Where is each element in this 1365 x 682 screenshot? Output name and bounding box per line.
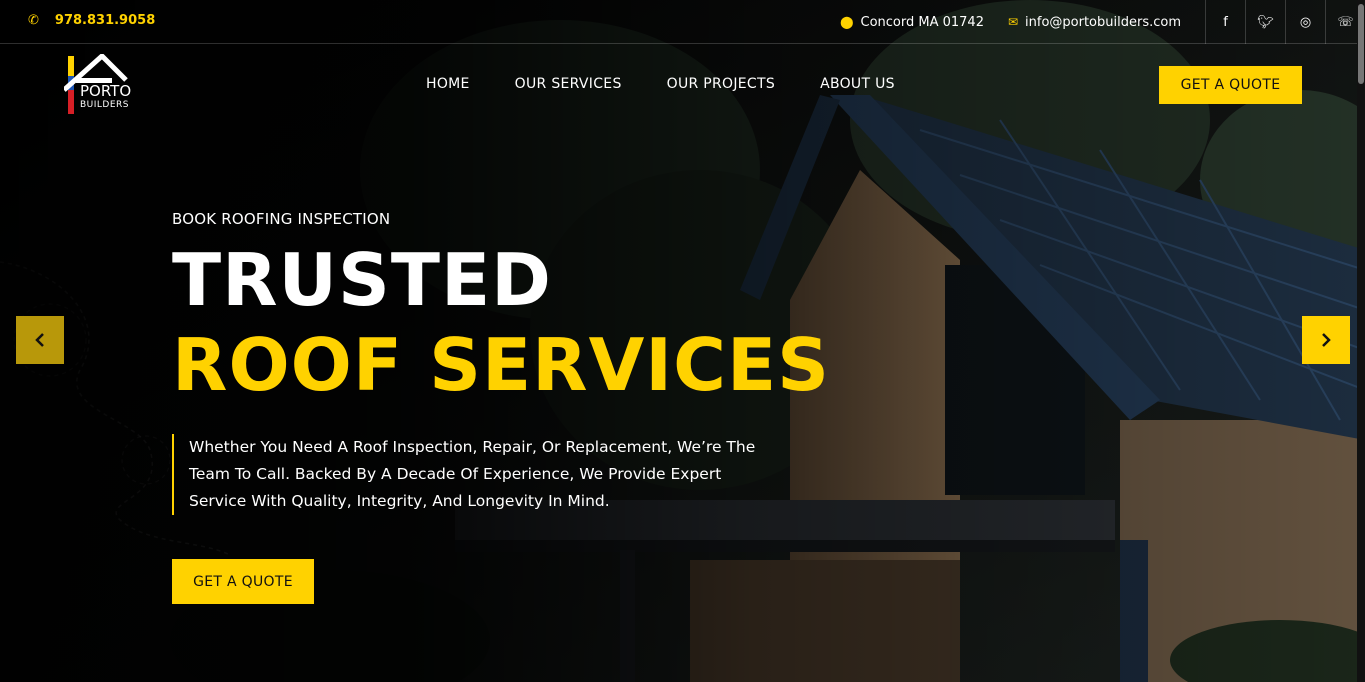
facebook-icon[interactable]: f xyxy=(1205,0,1245,44)
slider-next-button[interactable] xyxy=(1302,316,1350,364)
phone-link[interactable]: ✆ 978.831.9058 xyxy=(28,13,155,28)
envelope-icon: ✉ xyxy=(1007,15,1019,29)
top-bar-right: ⬤ Concord MA 01742 ✉ info@portobuilders.… xyxy=(840,0,1365,44)
nav-home[interactable]: HOME xyxy=(426,76,470,92)
slider-prev-button[interactable] xyxy=(16,316,64,364)
top-bar: ✆ 978.831.9058 ⬤ Concord MA 01742 ✉ info… xyxy=(0,0,1365,44)
logo-subtitle: BUILDERS xyxy=(80,100,130,110)
location-text: Concord MA 01742 xyxy=(860,14,984,30)
chevron-left-icon xyxy=(35,333,44,347)
twitter-icon[interactable]: 🐦︎ xyxy=(1245,0,1285,44)
location-info: ⬤ Concord MA 01742 xyxy=(840,15,984,30)
nav-our-projects[interactable]: OUR PROJECTS xyxy=(667,76,775,92)
hero-title-line2: ROOF SERVICES xyxy=(172,323,830,407)
instagram-icon[interactable]: ◎ xyxy=(1285,0,1325,44)
hero-title-line1: TRUSTED xyxy=(172,238,552,322)
page-scrollbar[interactable] xyxy=(1357,0,1365,682)
chevron-right-icon xyxy=(1322,333,1331,347)
phone-number: 978.831.9058 xyxy=(54,13,156,28)
phone-icon: ✆ xyxy=(28,13,39,28)
header-quote-button[interactable]: GET A QUOTE xyxy=(1159,66,1302,104)
email-text: info@portobuilders.com xyxy=(1025,14,1181,30)
hero-kicker: BOOK ROOFING INSPECTION xyxy=(172,210,391,228)
scrollbar-thumb[interactable] xyxy=(1358,4,1364,84)
email-link[interactable]: ✉ info@portobuilders.com xyxy=(1008,15,1181,30)
location-pin-icon: ⬤ xyxy=(840,15,854,29)
main-nav: HOME OUR SERVICES OUR PROJECTS ABOUT US xyxy=(426,76,895,92)
site-logo[interactable]: PORTO BUILDERS xyxy=(62,52,154,118)
nav-our-services[interactable]: OUR SERVICES xyxy=(515,76,622,92)
nav-about-us[interactable]: ABOUT US xyxy=(820,76,895,92)
hero-description: Whether You Need A Roof Inspection, Repa… xyxy=(172,434,772,515)
hero-quote-button[interactable]: GET A QUOTE xyxy=(172,559,314,604)
logo-name: PORTO xyxy=(80,82,132,100)
